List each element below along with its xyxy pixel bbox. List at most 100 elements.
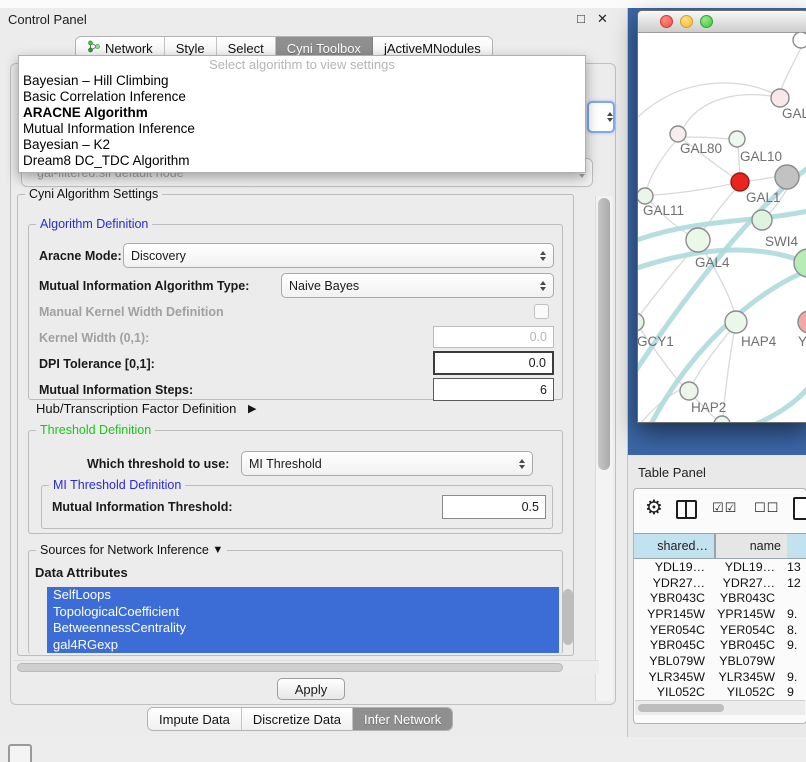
attribute-item-topologicalcoefficient[interactable]: TopologicalCoefficient (47, 604, 559, 621)
dropdown-item-bayesian-hill-climbing[interactable]: Bayesian – Hill Climbing (19, 73, 585, 89)
list-scrollbar-thumb[interactable] (563, 589, 573, 645)
network-node-swi4[interactable] (752, 210, 772, 230)
network-node-gal4[interactable] (686, 228, 710, 252)
table-horizontal-scrollbar[interactable] (635, 700, 805, 715)
close-traffic-light-icon[interactable] (660, 15, 673, 28)
network-view-window[interactable]: GALGAL80GAL10GAL1GAL11SWI4GAL4GCY1HAP4YH… (637, 10, 806, 423)
table-scrollbar-thumb[interactable] (638, 704, 724, 712)
zoom-traffic-light-icon[interactable] (700, 15, 713, 28)
which-threshold-combo[interactable]: MI Threshold (241, 451, 533, 476)
dropdown-header: Select algorithm to view settings (19, 56, 585, 73)
table-row[interactable]: YPR145WYPR145W9. (634, 606, 806, 622)
network-edge[interactable] (638, 83, 772, 118)
aracne-mode-label: Aracne Mode: (39, 249, 122, 263)
network-node-gcy1[interactable] (638, 313, 644, 331)
minimized-panel-icon[interactable] (8, 744, 32, 762)
table-cell: YBL079W (634, 654, 705, 668)
vertical-scrollbar-thumb[interactable] (598, 198, 610, 470)
dropdown-item-basic-correlation-inference[interactable]: Basic Correlation Inference (19, 89, 585, 105)
horizontal-scrollbar[interactable] (13, 660, 599, 674)
hub-definition-expander[interactable]: Hub/Transcription Factor Definition ▶ (36, 401, 256, 416)
network-node-gal11[interactable] (638, 188, 653, 204)
network-node[interactable] (714, 416, 730, 423)
column-header-name[interactable]: name (715, 533, 787, 559)
table-row[interactable]: YBR043CYBR043C (634, 590, 806, 606)
kernel-width-value: 0.0 (530, 330, 547, 344)
aracne-mode-combo[interactable]: Discovery (123, 243, 554, 268)
tab-infer-network[interactable]: Infer Network (353, 708, 452, 730)
deselect-all-checkboxes-icon[interactable]: ☐☐ (754, 500, 779, 516)
attribute-item-betweennesscentrality[interactable]: BetweennessCentrality (47, 620, 559, 637)
network-edge[interactable] (749, 177, 775, 181)
attribute-item-selfloops[interactable]: SelfLoops (47, 587, 559, 604)
close-panel-icon[interactable]: ✕ (597, 11, 608, 27)
table-cell: YER054C (634, 623, 705, 637)
data-attributes-list[interactable]: SelfLoopsTopologicalCoefficientBetweenne… (47, 587, 559, 654)
network-edge[interactable] (653, 184, 731, 195)
node-label: HAP2 (691, 400, 726, 415)
network-node-gal80[interactable] (670, 126, 686, 142)
network-node-y[interactable] (798, 311, 806, 333)
network-canvas[interactable]: GALGAL80GAL10GAL1GAL11SWI4GAL4GCY1HAP4YH… (638, 32, 806, 423)
mi-steps-field[interactable]: 6 (433, 378, 554, 401)
network-node-gal10[interactable] (729, 131, 745, 147)
kernel-width-field[interactable]: 0.0 (433, 326, 554, 348)
table-cell: YDL19… (634, 560, 705, 574)
mi-type-label: Mutual Information Algorithm Type: (39, 279, 249, 293)
network-edge[interactable] (647, 142, 675, 188)
manual-kernel-checkbox[interactable] (534, 304, 549, 319)
network-edge[interactable] (781, 48, 801, 90)
dropdown-item-dream8-dc-tdc-algorithm[interactable]: Dream8 DC_TDC Algorithm (19, 153, 585, 169)
sources-title: Sources for Network Inference (40, 543, 209, 557)
network-edge[interactable] (756, 388, 806, 423)
vertical-scrollbar[interactable] (595, 196, 613, 701)
table-panel: Table Panel ⚙ ☑☑ ☐☐ shared…name YDL19…YD… (628, 455, 806, 737)
network-node-hap2[interactable] (680, 382, 698, 400)
tab-impute-data[interactable]: Impute Data (148, 708, 242, 730)
apply-button[interactable]: Apply (277, 678, 345, 700)
dpi-tolerance-field[interactable]: 0.0 (433, 351, 554, 375)
mi-type-combo[interactable]: Naive Bayes (281, 273, 554, 298)
tab-discretize-data[interactable]: Discretize Data (242, 708, 353, 730)
dropdown-item-bayesian-k2[interactable]: Bayesian – K2 (19, 137, 585, 153)
table-row[interactable]: YDR27…YDR27…12 (634, 575, 806, 591)
table-row[interactable]: YDL19…YDL19…13 (634, 559, 806, 575)
table-cell: YPR145W (634, 607, 705, 621)
attribute-item-gal4rgexp[interactable]: gal4RGexp (47, 637, 559, 654)
network-node[interactable] (793, 32, 806, 48)
algorithm-dropdown: Select algorithm to view settings Bayesi… (18, 55, 586, 173)
minimize-traffic-light-icon[interactable] (680, 15, 693, 28)
table-row[interactable]: YLR345WYLR345W9. (634, 669, 806, 685)
gear-icon[interactable]: ⚙ (645, 495, 663, 520)
float-panel-icon[interactable]: □ (577, 11, 585, 26)
table-row[interactable]: YIL052CYIL052C9 (634, 685, 806, 701)
column-header-shared[interactable]: shared… (634, 533, 715, 559)
document-icon[interactable] (793, 497, 806, 520)
column-header-2[interactable] (787, 533, 806, 559)
network-node-gal1[interactable] (731, 173, 749, 191)
select-all-checkboxes-icon[interactable]: ☑☑ (712, 500, 737, 516)
dropdown-item-aracne-algorithm[interactable]: ARACNE Algorithm (19, 105, 585, 121)
threshold-definition-group: Threshold Definition Which threshold to … (28, 430, 563, 534)
network-node-hap4[interactable] (725, 311, 747, 333)
collapse-down-caret-icon[interactable]: ▼ (212, 544, 223, 556)
network-node[interactable] (775, 165, 799, 189)
table-row[interactable]: YER054CYER054C8. (634, 622, 806, 638)
table-row[interactable]: YBR045CYBR045C9. (634, 637, 806, 653)
network-node[interactable] (794, 249, 806, 277)
dropdown-item-mutual-information-inference[interactable]: Mutual Information Inference (19, 121, 585, 137)
columns-icon[interactable] (676, 500, 697, 519)
mi-threshold-field[interactable]: 0.5 (442, 495, 546, 519)
network-edge[interactable] (686, 137, 729, 139)
inference-algorithm-combo-fragment[interactable] (587, 101, 615, 133)
tab-label: Cyni Toolbox (287, 41, 361, 56)
horizontal-scrollbar-thumb[interactable] (17, 663, 563, 672)
expand-right-caret-icon: ▶ (248, 403, 256, 415)
network-edge[interactable] (684, 95, 771, 127)
table-cell: YLR345W (634, 670, 705, 684)
table-cell: YBR045C (705, 638, 775, 652)
table-cell: 9. (775, 638, 806, 652)
network-node-gal[interactable] (771, 89, 789, 107)
table-row[interactable]: YBL079WYBL079W (634, 653, 806, 669)
network-window-titlebar[interactable] (638, 11, 806, 33)
